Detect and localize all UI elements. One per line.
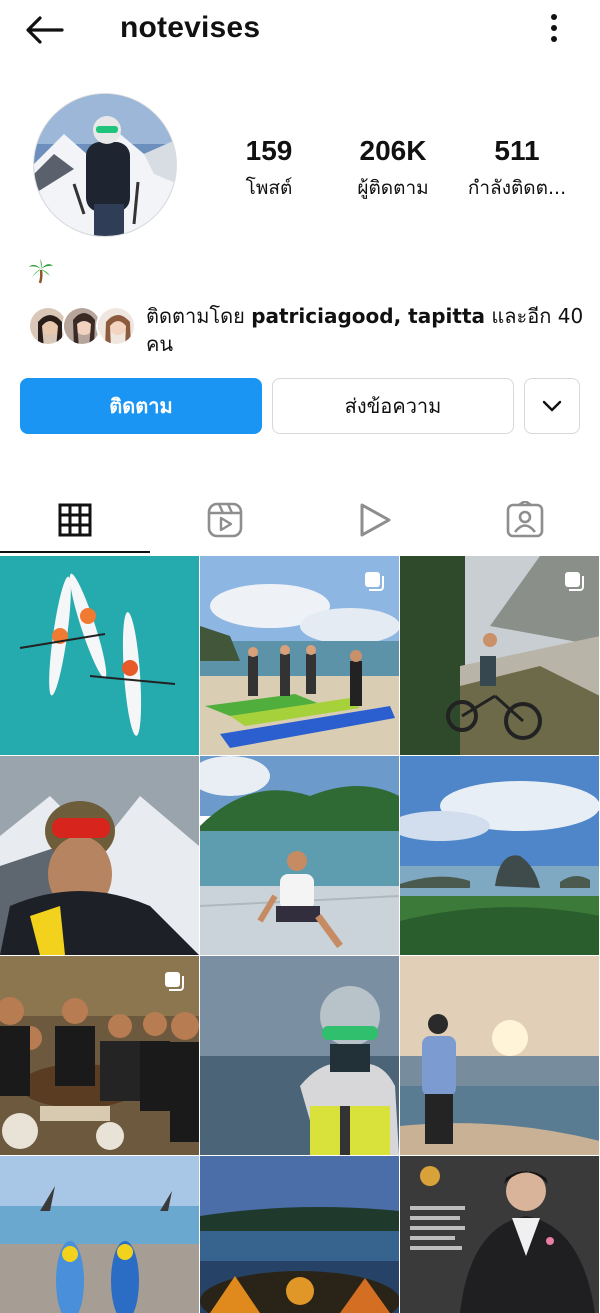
followed-by-prefix: ติดตามโดย <box>146 304 252 328</box>
multiple-photos-icon <box>165 972 184 991</box>
grid-post[interactable] <box>400 756 599 955</box>
profile-avatar[interactable] <box>33 93 177 237</box>
stat-posts[interactable]: 159 โพสต์ <box>228 135 310 203</box>
follow-button[interactable]: ติดตาม <box>20 378 262 434</box>
followed-by-users[interactable]: patriciagood, tapitta <box>251 304 485 328</box>
play-icon <box>360 503 391 537</box>
grid-post[interactable] <box>0 556 199 755</box>
followed-by-text: ติดตามโดย patriciagood, tapitta และอีก 4… <box>146 302 586 358</box>
grid-post[interactable] <box>400 956 599 1155</box>
follower-avatar <box>96 306 136 346</box>
message-button[interactable]: ส่งข้อความ <box>272 378 514 434</box>
arrow-left-icon <box>26 16 64 44</box>
reels-icon <box>207 502 243 538</box>
multiple-photos-icon <box>365 572 384 591</box>
stat-posts-count: 159 <box>245 135 293 166</box>
chevron-down-icon <box>542 400 562 412</box>
grid-post[interactable] <box>400 1156 599 1313</box>
stat-followers-label: ผู้ติดตาม <box>357 177 429 199</box>
grid-post[interactable] <box>200 956 399 1155</box>
more-vertical-icon <box>551 14 557 42</box>
stat-followers[interactable]: 206K ผู้ติดตาม <box>338 135 448 203</box>
grid-post[interactable] <box>400 556 599 755</box>
tab-videos[interactable] <box>300 485 450 555</box>
suggestions-dropdown-button[interactable] <box>524 378 580 434</box>
profile-username: notevises <box>120 11 261 44</box>
tab-reels[interactable] <box>150 485 300 555</box>
stat-following[interactable]: 511 กำลังติดต... <box>458 135 576 203</box>
tab-posts[interactable] <box>0 485 150 555</box>
grid-post[interactable] <box>200 556 399 755</box>
active-tab-indicator <box>0 551 150 553</box>
multiple-photos-icon <box>565 572 584 591</box>
stat-following-count: 511 <box>494 135 540 166</box>
more-options-button[interactable] <box>544 12 564 46</box>
palm-tree-icon <box>28 258 54 284</box>
grid-post[interactable] <box>200 1156 399 1313</box>
back-button[interactable] <box>24 10 68 50</box>
grid-icon <box>58 503 92 537</box>
tab-tagged[interactable] <box>450 485 600 555</box>
grid-post[interactable] <box>0 1156 199 1313</box>
posts-grid <box>0 556 600 1313</box>
stat-following-label: กำลังติดต... <box>467 177 567 199</box>
followed-by-row[interactable]: ติดตามโดย patriciagood, tapitta และอีก 4… <box>28 302 588 358</box>
grid-post[interactable] <box>0 756 199 955</box>
grid-post[interactable] <box>0 956 199 1155</box>
top-bar: notevises <box>0 0 600 60</box>
profile-tabs <box>0 485 600 555</box>
grid-post[interactable] <box>200 756 399 955</box>
stat-posts-label: โพสต์ <box>245 177 293 199</box>
tagged-person-icon <box>506 501 544 538</box>
stat-followers-count: 206K <box>359 135 427 166</box>
